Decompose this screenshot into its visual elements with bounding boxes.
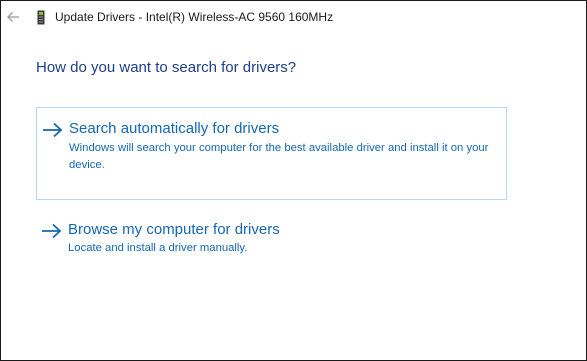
browse-computer-option[interactable]: Browse my computer for drivers Locate an…	[36, 215, 507, 269]
right-arrow-icon	[43, 122, 63, 138]
option-title: Search automatically for drivers	[69, 120, 280, 137]
option-description: Locate and install a driver manually.	[68, 242, 248, 254]
window-title: Update Drivers - Intel(R) Wireless-AC 95…	[55, 10, 334, 24]
right-arrow-icon	[42, 223, 62, 239]
option-title: Browse my computer for drivers	[68, 221, 280, 238]
search-automatically-option[interactable]: Search automatically for drivers Windows…	[36, 107, 507, 200]
back-button[interactable]	[3, 7, 23, 27]
update-drivers-dialog: Update Drivers - Intel(R) Wireless-AC 95…	[0, 0, 587, 361]
network-adapter-icon	[37, 10, 45, 25]
option-description: Windows will search your computer for th…	[69, 142, 489, 171]
back-arrow-icon	[7, 12, 19, 22]
page-heading: How do you want to search for drivers?	[36, 59, 297, 76]
title-bar: Update Drivers - Intel(R) Wireless-AC 95…	[1, 1, 586, 33]
